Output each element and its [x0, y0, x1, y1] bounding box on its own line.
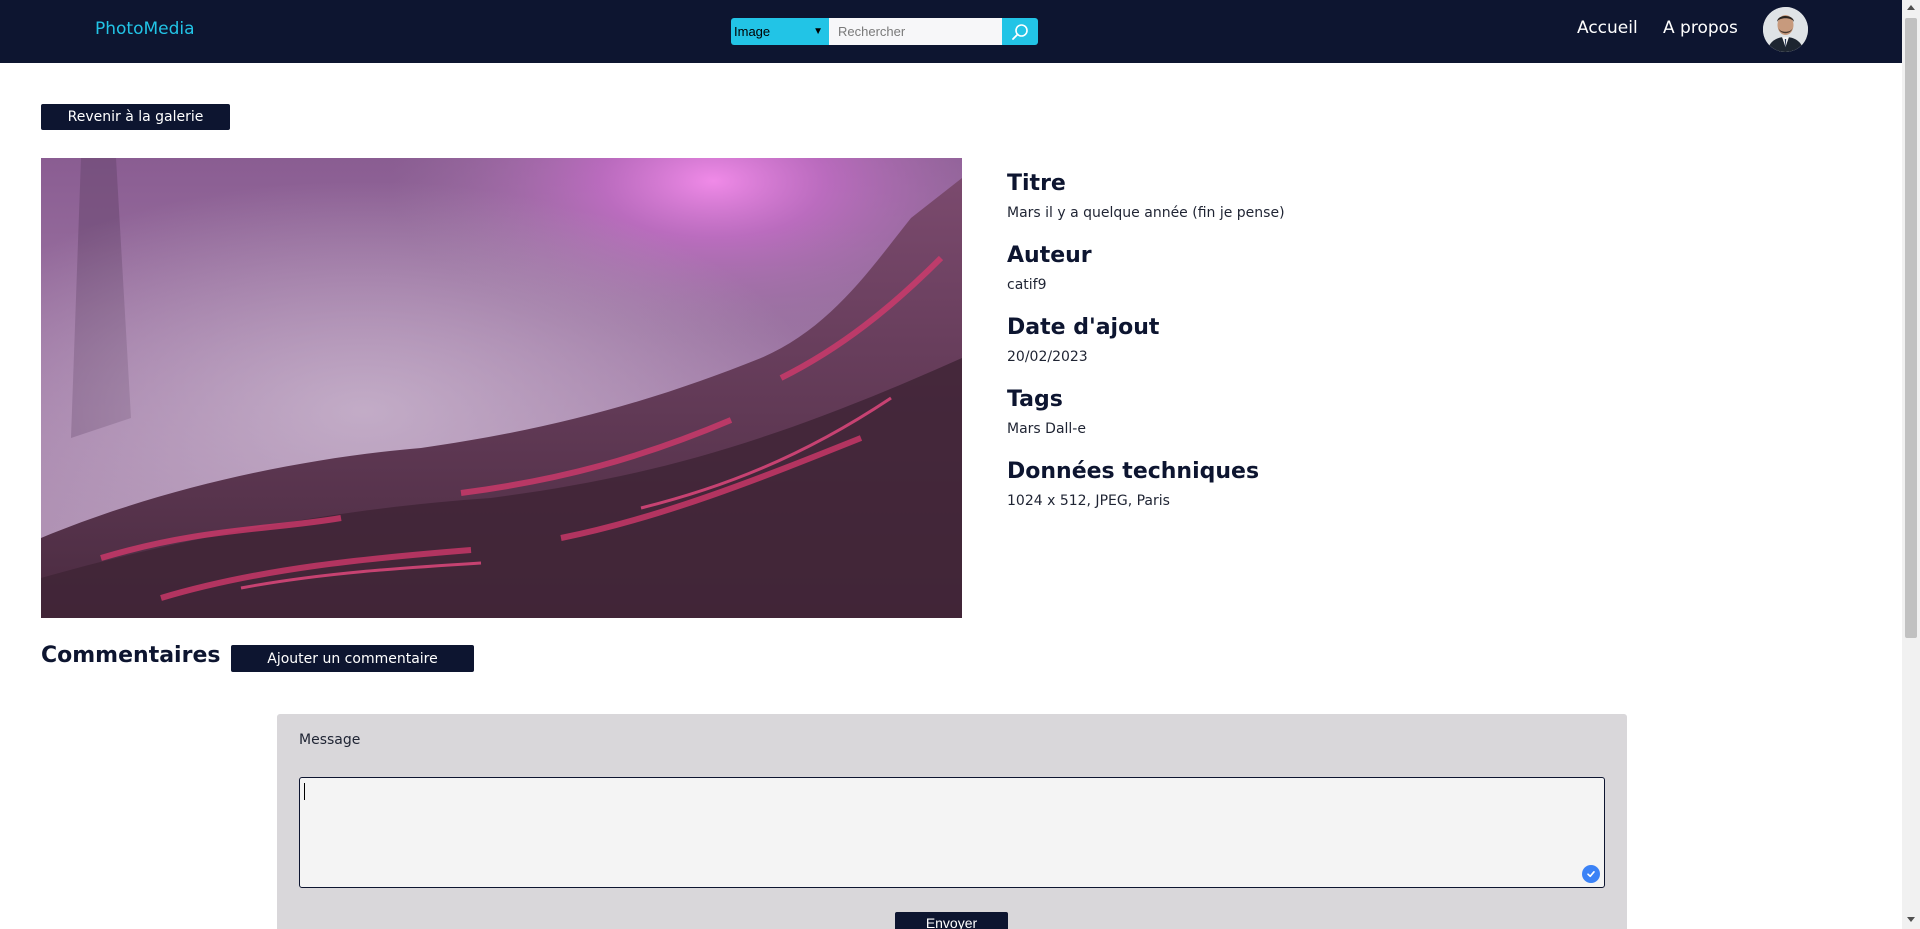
scrollbar-thumb[interactable] [1905, 18, 1917, 638]
add-comment-button[interactable]: Ajouter un commentaire [231, 645, 474, 672]
title-heading: Titre [1007, 171, 1066, 196]
back-to-gallery-button[interactable]: Revenir à la galerie [41, 104, 230, 130]
brand-logo[interactable]: PhotoMedia [95, 19, 195, 39]
user-avatar[interactable] [1763, 7, 1808, 52]
nav-link-about[interactable]: A propos [1663, 18, 1738, 38]
photo-image [41, 158, 962, 618]
date-heading: Date d'ajout [1007, 315, 1160, 340]
avatar-image [1763, 7, 1808, 52]
spellcheck-icon[interactable] [1582, 865, 1600, 883]
text-caret [304, 783, 305, 800]
message-textarea[interactable] [299, 777, 1605, 888]
check-icon [1587, 871, 1595, 878]
top-navbar: PhotoMedia Image ▼ Accueil A propos [0, 0, 1902, 63]
photo-details: Titre Mars il y a quelque année (fin je … [1007, 170, 1285, 530]
search-input[interactable] [829, 18, 1002, 45]
comment-form: Message Envoyer [277, 714, 1627, 929]
comments-heading: Commentaires [41, 643, 221, 668]
search-type-select[interactable]: Image ▼ [731, 18, 829, 45]
date-value: 20/02/2023 [1007, 349, 1088, 365]
scroll-down-arrow-icon[interactable] [1907, 917, 1915, 922]
search-button[interactable] [1002, 18, 1038, 45]
tags-value: Mars Dall-e [1007, 421, 1086, 437]
author-heading: Auteur [1007, 243, 1092, 268]
tech-data-heading: Données techniques [1007, 459, 1260, 484]
scroll-up-arrow-icon[interactable] [1907, 5, 1915, 10]
author-value: catif9 [1007, 277, 1047, 293]
search-icon [1012, 23, 1028, 40]
message-label: Message [299, 732, 361, 748]
page-scrollbar[interactable] [1902, 0, 1920, 929]
nav-link-home[interactable]: Accueil [1577, 18, 1638, 38]
search-bar: Image ▼ [731, 18, 1038, 45]
title-value: Mars il y a quelque année (fin je pense) [1007, 205, 1285, 221]
tags-heading: Tags [1007, 387, 1063, 412]
chevron-down-icon: ▼ [813, 26, 823, 37]
search-type-value: Image [734, 24, 771, 39]
tech-data-value: 1024 x 512, JPEG, Paris [1007, 493, 1170, 509]
send-button[interactable]: Envoyer [895, 912, 1008, 929]
